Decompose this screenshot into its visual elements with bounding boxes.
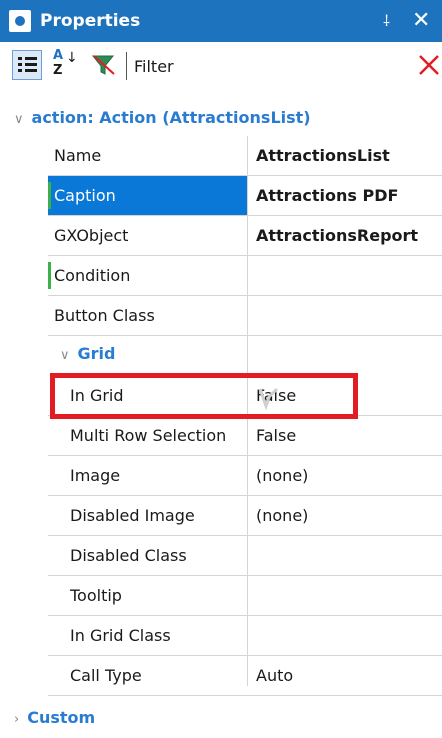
categorized-view-icon[interactable]: [12, 50, 42, 80]
property-name: Button Class: [54, 306, 155, 325]
property-value[interactable]: (none): [248, 456, 442, 495]
panel-title: Properties: [40, 11, 141, 31]
property-value[interactable]: [248, 296, 442, 335]
pin-icon[interactable]: ⸸: [383, 0, 390, 42]
highlight-box: [50, 373, 358, 419]
properties-title-bar: Properties ⸸ ✕: [0, 0, 442, 42]
property-name: In Grid Class: [70, 626, 171, 645]
property-value[interactable]: False: [248, 416, 442, 455]
property-row-caption[interactable]: Caption Attractions PDF: [48, 176, 442, 216]
property-value[interactable]: Attractions PDF: [248, 176, 442, 215]
property-name: Call Type: [70, 666, 142, 685]
category-grid[interactable]: ∨ Grid: [60, 336, 115, 372]
property-value[interactable]: AttractionsReport: [248, 216, 442, 255]
property-name: Condition: [54, 266, 131, 285]
property-row-disabled-image[interactable]: Disabled Image (none): [48, 496, 442, 536]
category-action-label: action: Action (AttractionsList): [31, 108, 311, 127]
property-row-condition[interactable]: Condition: [48, 256, 442, 296]
category-action[interactable]: ∨ action: Action (AttractionsList): [14, 100, 311, 136]
property-row-multi-row-selection[interactable]: Multi Row Selection False: [48, 416, 442, 456]
property-name: GXObject: [54, 226, 129, 245]
filter-input[interactable]: [190, 52, 404, 80]
funnel-filter-icon[interactable]: [90, 52, 116, 78]
property-row-in-grid-class[interactable]: In Grid Class: [48, 616, 442, 656]
category-custom-label: Custom: [27, 708, 96, 727]
property-name: Disabled Class: [70, 546, 187, 565]
chevron-right-icon: ›: [14, 712, 20, 727]
property-name: Disabled Image: [70, 506, 195, 525]
property-value[interactable]: (none): [248, 496, 442, 535]
property-row-button-class[interactable]: Button Class: [48, 296, 442, 336]
property-row-disabled-class[interactable]: Disabled Class: [48, 536, 442, 576]
property-value[interactable]: Auto: [248, 656, 442, 695]
property-name: Image: [70, 466, 121, 485]
property-row-name[interactable]: Name AttractionsList: [48, 136, 442, 176]
modified-marker: [48, 182, 51, 209]
property-row-gxobject[interactable]: GXObject AttractionsReport: [48, 216, 442, 256]
category-custom[interactable]: › Custom: [14, 700, 95, 736]
clear-filter-icon[interactable]: [414, 46, 442, 86]
category-grid-label: Grid: [77, 344, 116, 363]
property-row-call-type[interactable]: Call Type Auto: [48, 656, 442, 696]
toolbar-separator: [126, 52, 127, 80]
chevron-down-icon: ∨: [14, 112, 24, 127]
mouse-cursor-icon: [258, 387, 279, 410]
property-row-image[interactable]: Image (none): [48, 456, 442, 496]
alphabetical-sort-icon[interactable]: A Z ↓: [53, 48, 78, 84]
property-row-tooltip[interactable]: Tooltip: [48, 576, 442, 616]
property-name: Multi Row Selection: [70, 426, 227, 445]
filter-label: Filter: [134, 57, 174, 76]
property-name: Caption: [48, 176, 247, 215]
property-value[interactable]: [248, 256, 442, 295]
property-value[interactable]: [248, 616, 442, 655]
close-icon[interactable]: ✕: [412, 0, 430, 42]
property-value[interactable]: AttractionsList: [248, 136, 442, 175]
property-value[interactable]: [248, 576, 442, 615]
property-name: Tooltip: [70, 586, 122, 605]
properties-icon: [9, 10, 31, 32]
properties-toolbar: A Z ↓ Filter: [0, 42, 442, 92]
property-value[interactable]: [248, 536, 442, 575]
property-name: Name: [54, 146, 102, 165]
chevron-down-icon: ∨: [60, 348, 70, 363]
